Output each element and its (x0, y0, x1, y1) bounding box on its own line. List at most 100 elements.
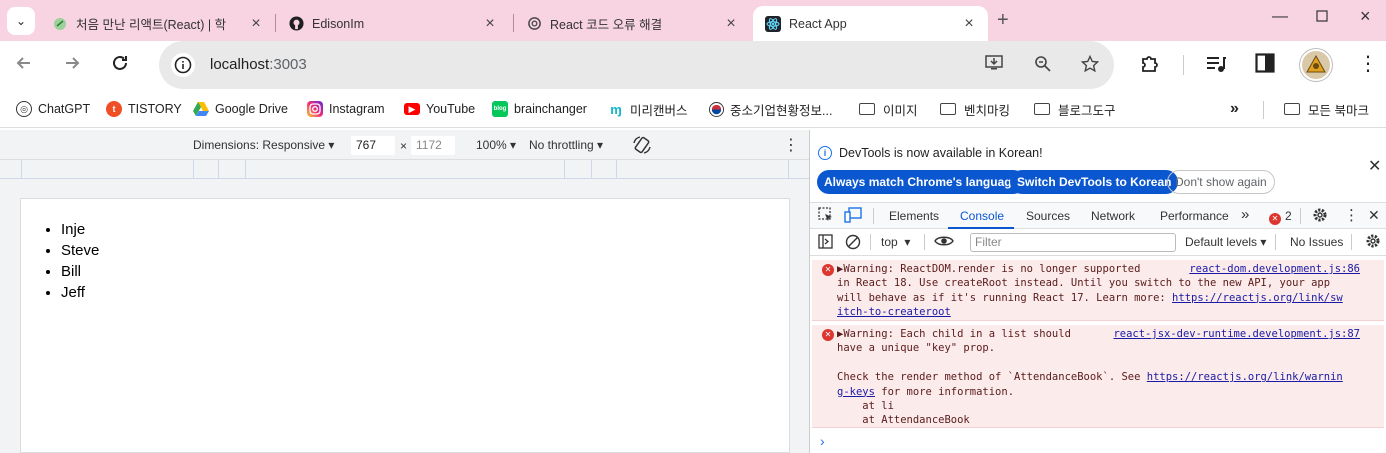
docs-link[interactable]: https://reactjs.org/link/warnin (1147, 371, 1343, 383)
devtools-tabbar: Elements Console Sources Network Perform… (810, 202, 1386, 229)
bookmark-item[interactable]: t TISTORY (106, 100, 182, 118)
korea-flag-icon (708, 101, 724, 117)
extensions-icon[interactable] (1139, 53, 1161, 80)
device-toolbar: Dimensions: Responsive ▾ 767 × 1172 100%… (0, 130, 809, 160)
inspect-element-icon[interactable] (818, 207, 834, 226)
back-icon[interactable] (14, 53, 34, 79)
console-prompt-chevron-icon[interactable]: › (820, 433, 825, 449)
height-input[interactable]: 1172 (411, 136, 455, 155)
tab-network[interactable]: Network (1091, 209, 1135, 223)
settings-gear-icon[interactable] (1312, 207, 1328, 226)
dimensions-select[interactable]: Dimensions: Responsive ▾ (193, 138, 334, 152)
bookmarks-overflow-icon[interactable]: » (1230, 100, 1239, 118)
ruler-tick (564, 160, 565, 179)
docs-link[interactable]: https://reactjs.org/link/sw (1172, 292, 1343, 304)
bookmark-item[interactable]: Google Drive (193, 100, 288, 118)
rotate-icon[interactable] (632, 135, 652, 158)
bookmark-folder[interactable]: 벤치마킹 (940, 100, 1010, 118)
side-panel-icon[interactable] (1255, 53, 1275, 78)
instagram-icon (307, 101, 323, 117)
site-info-icon[interactable] (171, 53, 195, 77)
log-levels-select[interactable]: Default levels ▾ (1185, 235, 1266, 249)
media-playlist-icon[interactable] (1205, 53, 1227, 80)
docs-link[interactable]: g-keys (837, 386, 875, 398)
error-icon: ✕ (1269, 212, 1281, 225)
bookmark-label: 모든 북마크 (1308, 103, 1369, 118)
bookmark-label: YouTube (426, 102, 476, 116)
all-bookmarks-folder[interactable]: 모든 북마크 (1284, 100, 1369, 118)
filter-input[interactable]: Filter (970, 233, 1176, 252)
context-select[interactable]: top ▾ (881, 235, 910, 249)
reload-icon[interactable] (110, 53, 130, 79)
install-app-icon[interactable] (985, 55, 1003, 76)
close-icon[interactable]: × (247, 15, 265, 33)
infobar-close-icon[interactable]: ✕ (1368, 156, 1381, 176)
device-toggle-icon[interactable] (844, 207, 862, 226)
browser-tab[interactable]: 처음 만난 리액트(React) | 학 × (40, 6, 275, 41)
clear-console-icon[interactable] (845, 234, 861, 253)
close-icon[interactable]: × (960, 15, 978, 33)
tab-search-button[interactable]: ⌄ (7, 7, 35, 35)
switch-to-korean-button[interactable]: Switch DevTools to Korean (1010, 170, 1179, 194)
bookmark-item[interactable]: ▶ YouTube (404, 100, 475, 118)
bookmark-label: brainchanger (514, 102, 587, 116)
message-line: ▶Warning: ReactDOM.render is no longer s… (837, 263, 1141, 275)
browser-tab[interactable]: EdisonIm × (276, 6, 509, 41)
live-expression-eye-icon[interactable] (934, 233, 954, 252)
bookmark-item[interactable]: blog brainchanger (492, 100, 587, 118)
zoom-icon[interactable] (1034, 55, 1052, 78)
source-link[interactable]: react-dom.development.js:86 (1189, 262, 1360, 276)
bookmark-label: 중소기업현황정보... (730, 103, 833, 118)
tab-sources[interactable]: Sources (1026, 209, 1070, 223)
tab-performance[interactable]: Performance (1160, 209, 1229, 223)
context-label: top (881, 235, 898, 249)
console-error-message[interactable]: ✕ ▶Warning: ReactDOM.render is no longer… (812, 260, 1384, 321)
devtools-close-icon[interactable]: ✕ (1368, 207, 1380, 224)
minimize-icon[interactable]: — (1272, 8, 1288, 26)
bookmark-item[interactable]: 중소기업현황정보... (708, 100, 832, 118)
address-bar[interactable]: localhost:3003 (159, 41, 1114, 89)
dont-show-again-button[interactable]: Don't show again (1167, 170, 1275, 194)
new-tab-button[interactable]: + (997, 9, 1009, 32)
more-tabs-icon[interactable]: » (1241, 206, 1249, 223)
bookmark-star-icon[interactable] (1080, 54, 1100, 78)
url-text[interactable]: localhost:3003 (210, 56, 307, 73)
list-item: Inje (61, 219, 789, 240)
docs-link[interactable]: itch-to-createroot (837, 306, 951, 318)
error-counter[interactable]: ✕ 2 (1269, 209, 1292, 225)
console-settings-gear-icon[interactable] (1365, 233, 1381, 252)
maximize-icon[interactable] (1316, 9, 1328, 27)
brainchanger-icon: blog (492, 101, 508, 117)
forward-icon[interactable] (62, 53, 82, 79)
always-match-language-button[interactable]: Always match Chrome's language (817, 170, 1026, 194)
close-icon[interactable]: × (722, 15, 740, 33)
bookmark-folder[interactable]: 이미지 (859, 100, 918, 118)
profile-avatar[interactable] (1300, 49, 1332, 81)
bookmark-item[interactable]: ◎ ChatGPT (16, 100, 90, 118)
devtools-panel: i DevTools is now available in Korean! ✕… (810, 130, 1386, 453)
width-input[interactable]: 767 (351, 136, 395, 155)
caret-down-icon: ▾ (328, 138, 335, 152)
browser-tab[interactable]: React 코드 오류 해결 × (514, 6, 750, 41)
console-error-message[interactable]: ✕ ▶Warning: Each child in a list should … (812, 325, 1384, 428)
close-icon[interactable]: × (481, 15, 499, 33)
more-menu-icon[interactable]: ⋮ (1358, 51, 1378, 76)
bookmark-item[interactable]: Instagram (307, 100, 385, 118)
openai-icon (526, 16, 542, 32)
device-more-icon[interactable]: ⋮ (783, 135, 799, 155)
zoom-select[interactable]: 100% ▾ (476, 138, 516, 152)
tab-elements[interactable]: Elements (889, 209, 939, 223)
source-link[interactable]: react-jsx-dev-runtime.development.js:87 (1113, 327, 1360, 341)
devtools-menu-icon[interactable]: ⋮ (1344, 206, 1359, 224)
browser-tab-active[interactable]: React App × (753, 6, 988, 41)
info-icon: i (818, 146, 832, 160)
ruler-tick (591, 160, 592, 179)
ruler-tick (788, 160, 789, 179)
bookmark-folder[interactable]: 블로그도구 (1034, 100, 1116, 118)
window-close-icon[interactable]: × (1360, 6, 1371, 27)
issues-button[interactable]: No Issues (1290, 235, 1343, 249)
sidebar-toggle-icon[interactable] (818, 234, 833, 252)
throttling-select[interactable]: No throttling ▾ (529, 138, 603, 152)
bookmark-item[interactable]: ɱ 미리캔버스 (608, 100, 688, 118)
tab-console[interactable]: Console (960, 209, 1004, 223)
